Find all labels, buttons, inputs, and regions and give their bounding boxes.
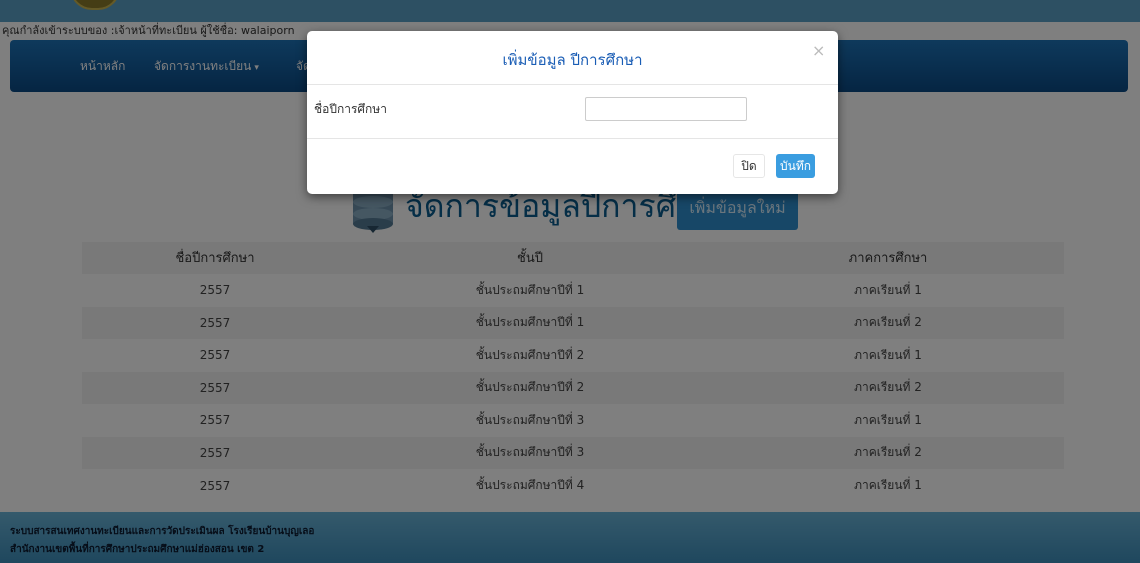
close-icon[interactable]: ×	[812, 41, 825, 60]
save-button[interactable]: บันทึก	[776, 154, 815, 178]
dialog-body: ชื่อปีการศึกษา	[307, 85, 838, 139]
academic-year-name-input[interactable]	[585, 97, 747, 121]
add-academic-year-dialog: เพิ่มข้อมูล ปีการศึกษา × ชื่อปีการศึกษา …	[307, 31, 838, 194]
close-button[interactable]: ปิด	[733, 154, 765, 178]
dialog-header: เพิ่มข้อมูล ปีการศึกษา ×	[307, 31, 838, 85]
dialog-title: เพิ่มข้อมูล ปีการศึกษา	[502, 51, 643, 69]
academic-year-name-label: ชื่อปีการศึกษา	[314, 102, 387, 116]
